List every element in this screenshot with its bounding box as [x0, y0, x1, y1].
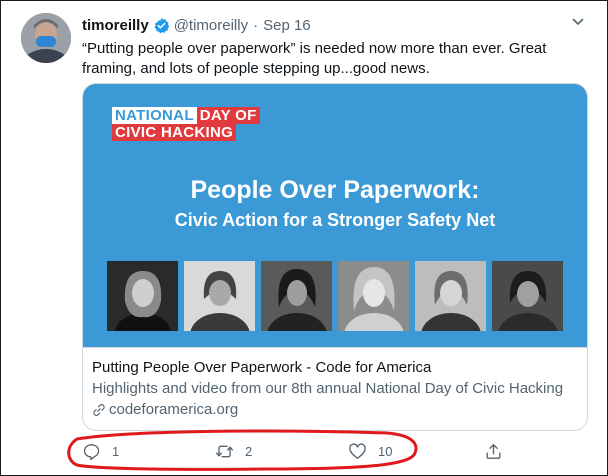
retweet-icon — [215, 442, 234, 461]
card-text[interactable]: Putting People Over Paperwork - Code for… — [83, 347, 587, 430]
like-button[interactable]: 10 — [348, 442, 392, 461]
author-name[interactable]: timoreilly — [82, 17, 149, 34]
card-image: NATIONAL DAY OF CIVIC HACKING People Ove… — [83, 84, 587, 347]
card-domain[interactable]: codeforamerica.org — [92, 400, 578, 419]
link-icon — [92, 403, 106, 417]
tweet-header: timoreilly @timoreilly · Sep 16 — [82, 15, 587, 35]
speaker-photo — [338, 261, 409, 331]
speaker-photos — [107, 261, 563, 331]
logo-national: NATIONAL — [112, 107, 197, 124]
card-domain-text: codeforamerica.org — [109, 401, 239, 418]
speaker-photo — [107, 261, 178, 331]
civic-hacking-logo: NATIONAL DAY OF CIVIC HACKING — [112, 107, 260, 141]
like-count: 10 — [378, 444, 393, 459]
speaker-photo — [261, 261, 332, 331]
reply-icon — [82, 442, 101, 461]
author-handle[interactable]: @timoreilly — [174, 17, 248, 34]
share-button[interactable] — [484, 442, 514, 461]
retweet-count: 2 — [245, 444, 253, 459]
logo-day-of: DAY OF — [196, 107, 260, 124]
verified-badge-icon — [153, 17, 170, 34]
logo-civic-hacking: CIVIC HACKING — [112, 124, 237, 141]
share-icon — [484, 442, 503, 461]
speaker-photo — [415, 261, 486, 331]
speaker-photo — [184, 261, 255, 331]
card-title[interactable]: Putting People Over Paperwork - Code for… — [92, 358, 578, 377]
banner-subtitle: Civic Action for a Stronger Safety Net — [174, 210, 496, 230]
separator-dot: · — [253, 16, 259, 34]
avatar[interactable] — [21, 13, 71, 63]
reply-button[interactable]: 1 — [82, 442, 119, 461]
banner-title: People Over Paperwork: — [190, 176, 480, 204]
card-description: Highlights and video from our 8th annual… — [92, 380, 564, 397]
speaker-photo — [492, 261, 563, 331]
chevron-down-icon[interactable] — [569, 13, 587, 31]
tweet-frame: timoreilly @timoreilly · Sep 16 “Putting… — [0, 0, 608, 476]
retweet-button[interactable]: 2 — [215, 442, 252, 461]
link-card[interactable]: NATIONAL DAY OF CIVIC HACKING People Ove… — [82, 83, 588, 431]
reply-count: 1 — [112, 444, 120, 459]
tweet-actions: 1 2 10 — [82, 442, 592, 462]
heart-icon — [348, 442, 367, 461]
tweet-date[interactable]: Sep 16 — [263, 17, 311, 34]
tweet-text: “Putting people over paperwork” is neede… — [82, 40, 547, 77]
